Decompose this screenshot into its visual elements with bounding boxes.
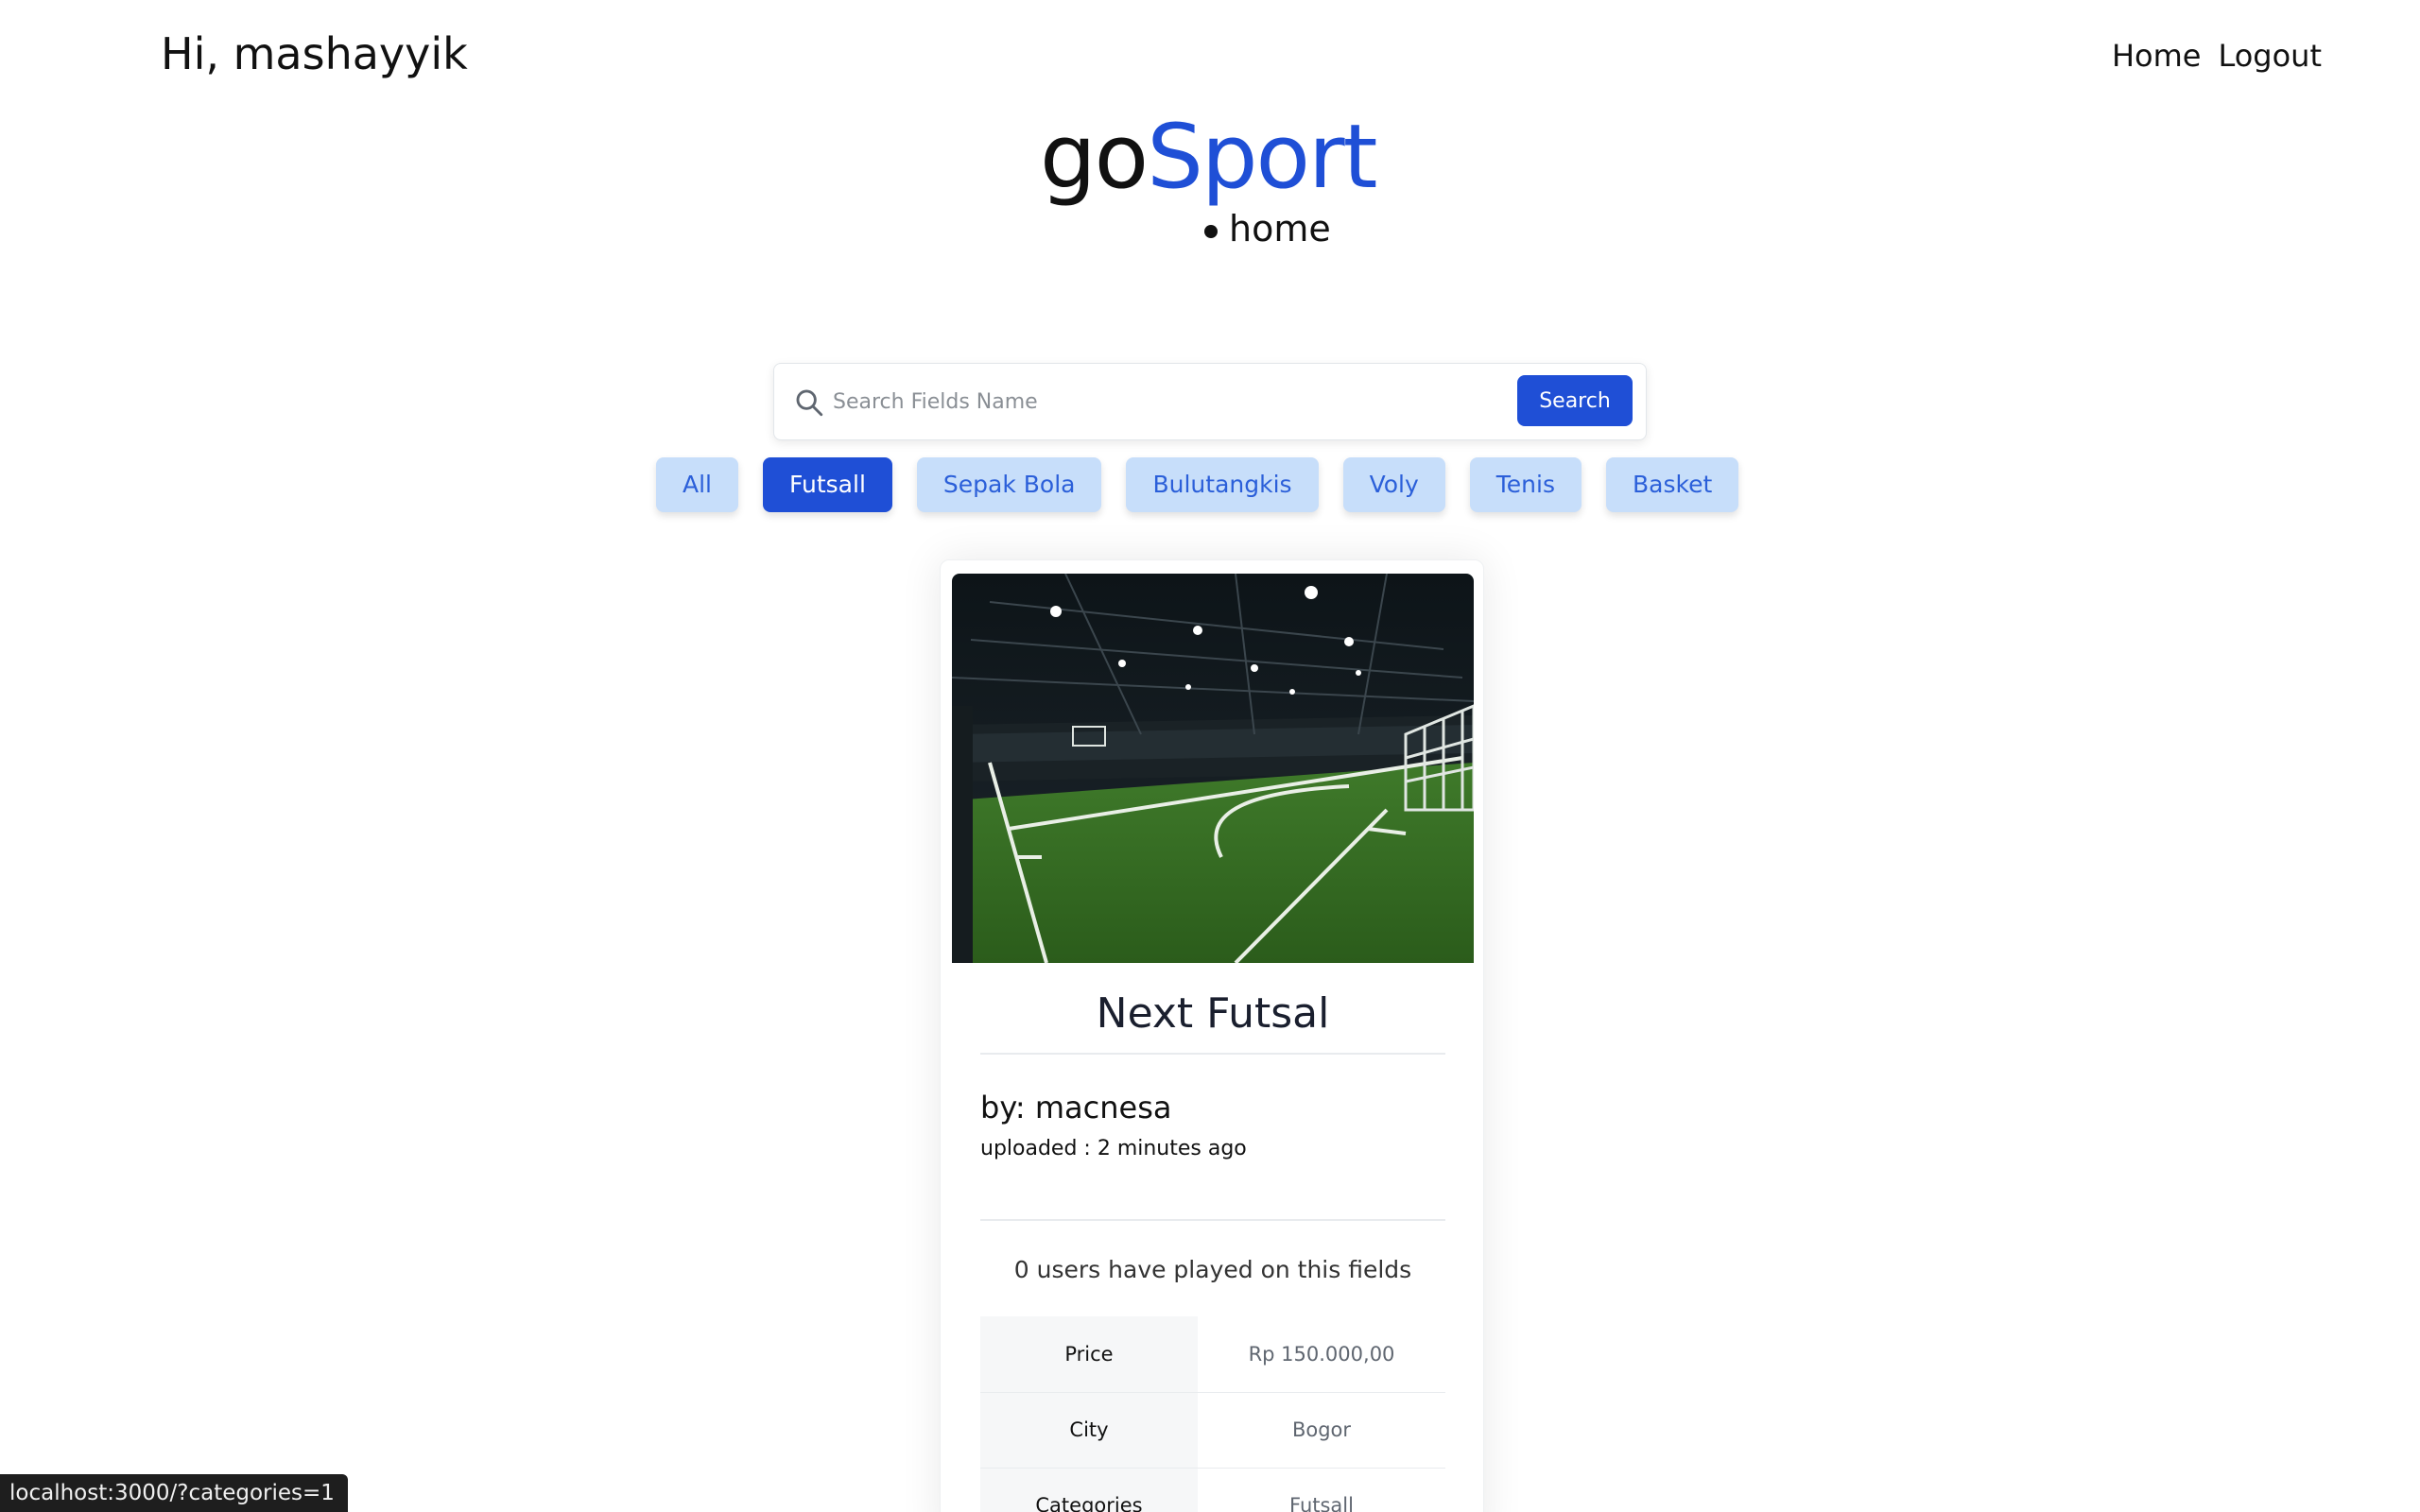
detail-value-price: Rp 150.000,00 (1198, 1316, 1445, 1393)
top-nav: Home Logout (2112, 38, 2322, 74)
category-chip-tenis[interactable]: Tenis (1469, 457, 1582, 512)
category-chip-basket[interactable]: Basket (1606, 457, 1739, 512)
table-row: Price Rp 150.000,00 (980, 1316, 1445, 1393)
detail-key-city: City (980, 1392, 1198, 1469)
divider (980, 1219, 1445, 1221)
played-count: 0 users have played on this fields (1013, 1256, 1412, 1283)
field-details-table: Price Rp 150.000,00 City Bogor Categorie… (980, 1316, 1445, 1512)
logo-go-text: go (1040, 106, 1149, 209)
category-chip-futsall[interactable]: Futsall (763, 457, 892, 512)
logo-wordmark: goSport (1040, 113, 1378, 202)
upload-time: uploaded : 2 minutes ago (980, 1137, 1247, 1160)
nav-logout-link[interactable]: Logout (2218, 38, 2322, 74)
category-chip-all[interactable]: All (656, 457, 738, 512)
field-title: Next Futsal (1096, 989, 1330, 1038)
detail-value-city: Bogor (1198, 1392, 1445, 1469)
field-owner: by: macnesa (980, 1090, 1172, 1125)
logo-subtitle: home (1204, 208, 1331, 249)
logo-subtitle-text: home (1229, 208, 1331, 249)
detail-value-categories: Futsall (1198, 1468, 1445, 1512)
detail-key-categories: Categories (980, 1468, 1198, 1512)
search-icon (796, 389, 823, 417)
nav-home-link[interactable]: Home (2112, 38, 2202, 74)
search-input[interactable] (833, 375, 1513, 428)
field-card[interactable]: Next Futsal by: macnesa uploaded : 2 min… (940, 559, 1484, 1512)
link-status-bar: localhost:3000/?categories=1 (0, 1474, 348, 1512)
divider (980, 1053, 1445, 1055)
search-button[interactable]: Search (1517, 375, 1633, 426)
category-filter: All Futsall Sepak Bola Bulutangkis Voly … (656, 457, 1739, 512)
category-chip-sepak-bola[interactable]: Sepak Bola (916, 457, 1102, 512)
gosport-logo: goSport home (1040, 113, 1390, 255)
greeting-text: Hi, mashayyik (161, 28, 468, 79)
futsal-field-photo-icon (952, 574, 1474, 963)
category-chip-voly[interactable]: Voly (1342, 457, 1445, 512)
detail-key-price: Price (980, 1316, 1198, 1393)
field-photo[interactable] (952, 574, 1474, 963)
table-row: Categories Futsall (980, 1468, 1445, 1512)
bullet-dot-icon (1204, 224, 1218, 238)
table-row: City Bogor (980, 1392, 1445, 1469)
category-chip-bulutangkis[interactable]: Bulutangkis (1126, 457, 1319, 512)
logo-sport-text: Sport (1147, 106, 1377, 209)
search-bar: Search (773, 363, 1647, 440)
